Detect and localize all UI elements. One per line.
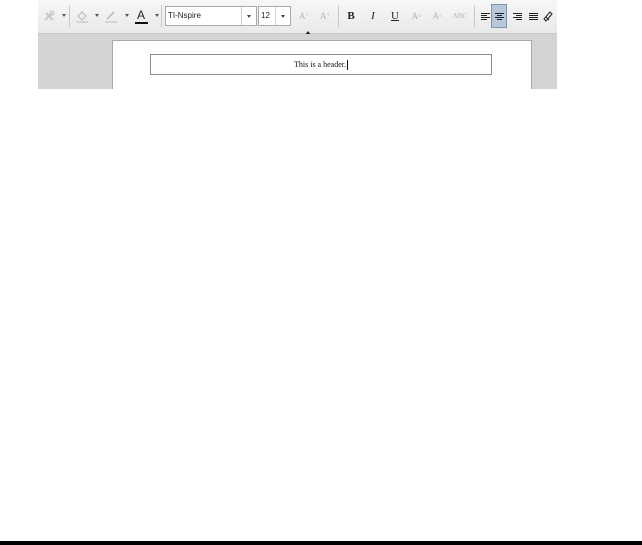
font-size-select[interactable]: 12 bbox=[258, 6, 291, 26]
subscript-button[interactable]: Ax bbox=[429, 6, 445, 26]
tools-button[interactable] bbox=[42, 6, 56, 26]
page-header-field[interactable]: This is a header. bbox=[150, 54, 492, 75]
underline-icon: U bbox=[391, 10, 399, 22]
text-cursor bbox=[346, 60, 348, 71]
line-color-button[interactable] bbox=[103, 6, 119, 26]
tools-icon bbox=[44, 10, 55, 21]
line-color-icon bbox=[105, 11, 117, 23]
strikethrough-button[interactable]: ABC bbox=[449, 6, 471, 26]
tools-dropdown-arrow[interactable] bbox=[62, 14, 66, 17]
italic-button[interactable]: I bbox=[365, 6, 381, 26]
italic-icon: I bbox=[371, 10, 375, 22]
toolbar-separator bbox=[69, 5, 70, 27]
font-name-dropdown-arrow[interactable] bbox=[241, 7, 256, 25]
clear-formatting-button[interactable] bbox=[541, 6, 555, 26]
font-name-value: TI-Nspire bbox=[168, 11, 201, 20]
align-justify-icon bbox=[528, 12, 538, 20]
align-center-icon bbox=[494, 12, 504, 20]
font-size-dropdown-arrow[interactable] bbox=[275, 7, 290, 25]
fill-color-button[interactable] bbox=[74, 6, 90, 26]
formatting-toolbar: A TI-Nspire 12 A + A + B I U A x A x ABC bbox=[38, 0, 557, 34]
fill-color-dropdown-arrow[interactable] bbox=[95, 14, 99, 17]
document-page: This is a header. bbox=[112, 40, 532, 89]
toolbar-separator bbox=[338, 5, 339, 27]
fill-color-icon bbox=[76, 11, 88, 23]
align-justify-button[interactable] bbox=[525, 6, 541, 26]
font-size-value: 12 bbox=[261, 11, 270, 20]
align-right-icon bbox=[512, 12, 522, 20]
strikethrough-icon: ABC bbox=[452, 12, 468, 20]
align-right-button[interactable] bbox=[509, 6, 525, 26]
text-color-button[interactable]: A bbox=[133, 6, 149, 26]
font-name-select[interactable]: TI-Nspire bbox=[165, 6, 257, 26]
align-center-button[interactable] bbox=[491, 4, 507, 28]
header-text: This is a header. bbox=[294, 60, 346, 69]
text-color-dropdown-arrow[interactable] bbox=[155, 14, 159, 17]
shrink-font-button[interactable]: A + bbox=[317, 6, 333, 26]
text-color-swatch bbox=[134, 21, 148, 24]
bold-icon: B bbox=[347, 10, 355, 22]
screenshot-region: A TI-Nspire 12 A + A + B I U A x A x ABC… bbox=[38, 0, 557, 89]
grow-font-button[interactable]: A + bbox=[296, 6, 312, 26]
line-color-dropdown-arrow[interactable] bbox=[125, 14, 129, 17]
align-left-icon bbox=[480, 12, 490, 20]
bold-button[interactable]: B bbox=[343, 6, 359, 26]
toolbar-separator bbox=[474, 5, 475, 27]
bottom-rule bbox=[0, 541, 642, 545]
document-workspace: This is a header. bbox=[38, 34, 557, 89]
text-color-icon: A bbox=[136, 7, 145, 22]
superscript-button[interactable]: Ax bbox=[408, 6, 424, 26]
underline-button[interactable]: U bbox=[387, 6, 403, 26]
toolbar-separator bbox=[161, 5, 162, 27]
eraser-icon bbox=[543, 11, 553, 22]
